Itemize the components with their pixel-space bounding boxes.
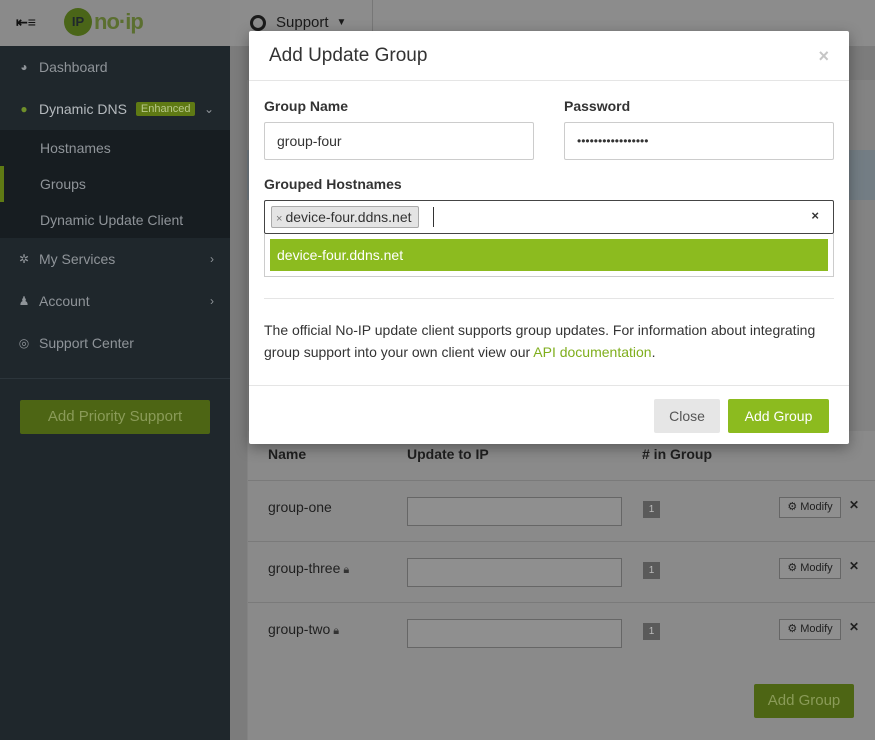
group-count: 1 (643, 501, 660, 518)
update-ip-input[interactable] (407, 558, 622, 587)
sidebar: ⇤≡ IP no·ip ◕ Dashboard ● Dynamic DNS En… (0, 0, 230, 740)
nav-dynamic-dns-label: Dynamic DNS (39, 101, 127, 117)
logo-text: no·ip (94, 9, 144, 34)
modify-label: Modify (800, 623, 833, 635)
lock-icon: 🔒︎ (333, 625, 340, 637)
delete-icon[interactable]: ✕ (849, 498, 859, 512)
update-ip-input[interactable] (407, 619, 622, 648)
delete-icon[interactable]: ✕ (849, 620, 859, 634)
delete-icon[interactable]: ✕ (849, 559, 859, 573)
group-name: group-one (268, 499, 332, 515)
lifebuoy-icon: ◎ (18, 336, 30, 350)
col-header-in-group: # in Group (642, 446, 712, 462)
modify-label: Modify (800, 501, 833, 513)
sidebar-header: ⇤≡ IP no·ip (0, 0, 230, 46)
noip-logo[interactable]: IP no·ip (64, 8, 144, 36)
grouped-hostnames-label: Grouped Hostnames (264, 176, 402, 192)
lock-icon: 🔒︎ (343, 564, 350, 576)
modify-button[interactable]: ⚙ Modify (779, 558, 841, 579)
dynamic-dns-submenu: Hostnames Groups Dynamic Update Client (0, 130, 230, 238)
hostname-tag: × device-four.ddns.net (271, 206, 419, 228)
text-cursor (433, 207, 434, 227)
col-header-name: Name (268, 446, 307, 462)
group-name: group-three (268, 560, 341, 576)
close-icon[interactable]: × (818, 46, 829, 67)
support-label: Support (276, 14, 329, 31)
nav-dashboard-label: Dashboard (39, 59, 108, 75)
enhanced-badge: Enhanced (135, 102, 196, 116)
sidebar-item-dynamic-update-client[interactable]: Dynamic Update Client (0, 202, 230, 238)
nav-support-center-label: Support Center (39, 335, 134, 351)
add-group-submit-button[interactable]: Add Group (728, 399, 829, 433)
close-button[interactable]: Close (654, 399, 720, 433)
dropdown-option[interactable]: device-four.ddns.net (270, 239, 828, 271)
modal-header: Add Update Group × (249, 31, 849, 81)
modify-button[interactable]: ⚙ Modify (779, 619, 841, 640)
user-icon: ♟ (18, 294, 30, 308)
table-row: group-one 1 ⚙ Modify ✕ (248, 480, 875, 541)
password-input[interactable]: ••••••••••••••••• (564, 122, 834, 160)
table-row: group-two 🔒︎ 1 ⚙ Modify ✕ (248, 602, 875, 663)
chevron-right-icon: › (210, 252, 214, 266)
logo-mark: IP (64, 8, 92, 36)
api-documentation-link[interactable]: API documentation (533, 344, 651, 360)
nav-support-center[interactable]: ◎ Support Center (0, 322, 230, 364)
add-update-group-modal: Add Update Group × Group Name group-four… (249, 31, 849, 444)
modal-footer: Close Add Group (249, 385, 849, 444)
modify-label: Modify (800, 562, 833, 574)
nav-dynamic-dns[interactable]: ● Dynamic DNS Enhanced ⌄ (0, 88, 230, 130)
dashboard-icon: ◕ (20, 60, 28, 74)
nav-my-services-label: My Services (39, 251, 116, 267)
group-name-label: Group Name (264, 98, 349, 114)
add-priority-support-button[interactable]: Add Priority Support (20, 400, 210, 434)
info-text-end: . (651, 344, 656, 360)
table-row: group-three 🔒︎ 1 ⚙ Modify ✕ (248, 541, 875, 602)
grouped-hostnames-select[interactable]: × device-four.ddns.net × (264, 200, 834, 234)
group-name-input[interactable]: group-four (264, 122, 534, 160)
group-count: 1 (643, 562, 660, 579)
chevron-right-icon: › (210, 294, 214, 308)
group-name-wrap: group-three 🔒︎ (268, 560, 349, 577)
sidebar-item-hostnames[interactable]: Hostnames (0, 130, 230, 166)
add-group-button[interactable]: Add Group (754, 684, 854, 718)
group-name: group-two (268, 621, 331, 637)
update-ip-input[interactable] (407, 497, 622, 526)
hostname-tag-label: device-four.ddns.net (285, 209, 412, 225)
modify-button[interactable]: ⚙ Modify (779, 497, 841, 518)
groups-table: Name Update to IP # in Group group-one 1… (248, 431, 875, 740)
nav-account[interactable]: ♟ Account › (0, 280, 230, 322)
nav-dashboard[interactable]: ◕ Dashboard (0, 46, 230, 88)
chevron-down-icon: ⌄ (203, 102, 214, 116)
group-count: 1 (643, 623, 660, 640)
sidebar-divider (0, 378, 230, 379)
col-header-update-ip: Update to IP (407, 446, 489, 462)
sidebar-item-groups[interactable]: Groups (0, 166, 230, 202)
gear-icon: ✲ (18, 252, 30, 266)
caret-down-icon: ▼ (336, 17, 347, 28)
modal-divider (264, 298, 834, 299)
hostname-dropdown: device-four.ddns.net (264, 234, 834, 277)
clear-selection-icon[interactable]: × (811, 208, 819, 223)
nav-account-label: Account (39, 293, 90, 309)
modal-title: Add Update Group (269, 45, 428, 66)
nav-my-services[interactable]: ✲ My Services › (0, 238, 230, 280)
group-info-text: The official No-IP update client support… (264, 319, 824, 363)
globe-icon: ● (20, 102, 28, 116)
remove-tag-icon[interactable]: × (276, 213, 282, 225)
collapse-menu-icon[interactable]: ⇤≡ (16, 14, 36, 31)
group-name-wrap: group-two 🔒︎ (268, 621, 339, 638)
lifebuoy-icon (250, 14, 266, 31)
password-label: Password (564, 98, 631, 114)
support-menu[interactable]: Support ▼ (250, 14, 346, 31)
